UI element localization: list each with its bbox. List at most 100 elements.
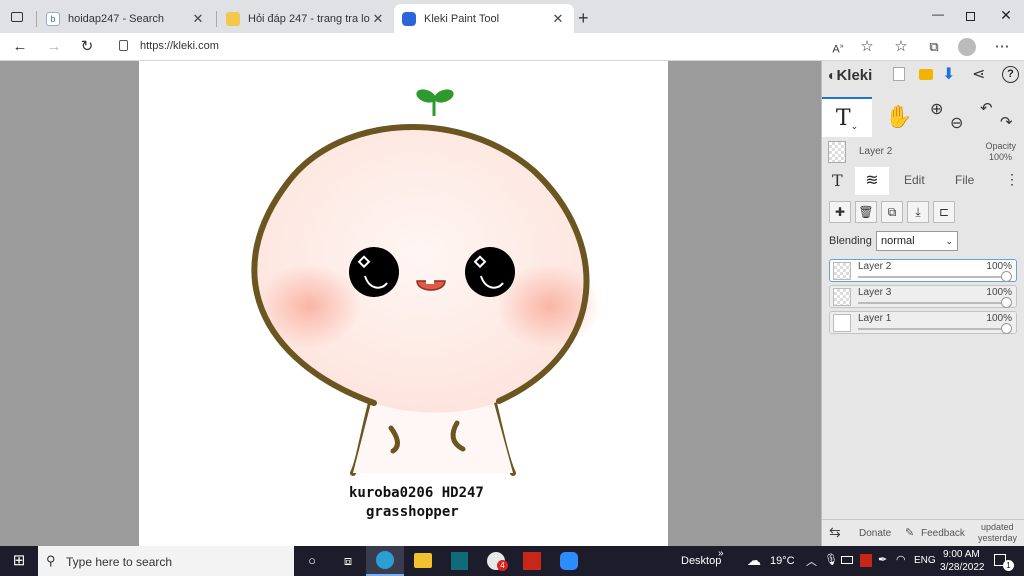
close-tab-icon[interactable]: ✕ [370, 11, 386, 27]
help-icon[interactable]: ? [1002, 66, 1019, 83]
minimize-icon[interactable]: — [928, 7, 948, 27]
download-icon[interactable]: ⬇ [942, 64, 955, 84]
tab-edit[interactable]: Edit [904, 173, 925, 187]
vegas-app-icon[interactable] [523, 552, 541, 570]
kleki-logo: ◐Kleki [828, 67, 872, 84]
maximize-icon[interactable] [960, 7, 980, 27]
tab-separator [36, 11, 37, 27]
feedback-link[interactable]: Feedback [921, 528, 965, 539]
weather-temp[interactable]: 19°C [770, 555, 795, 567]
task-view-icon[interactable]: ⧈ [338, 551, 358, 571]
kleki-brand: Kleki [836, 67, 873, 84]
layer-opacity-slider[interactable] [1001, 323, 1012, 334]
wifi-icon[interactable]: ◠ [896, 553, 906, 566]
app-icon-teal[interactable] [451, 552, 468, 570]
redo-icon[interactable]: ↷ [1000, 113, 1013, 131]
layer-item[interactable]: Layer 3 100% [829, 285, 1017, 308]
new-image-icon[interactable] [893, 67, 905, 81]
taskbar-search-box[interactable]: ⚲ Type here to search [38, 546, 294, 576]
chevron-down-icon: ⌄ [945, 236, 953, 246]
clock-date[interactable]: 3/28/2022 [940, 562, 985, 573]
hand-tool-icon[interactable]: ✋ [874, 97, 924, 137]
delete-layer-button[interactable]: 🗑 [855, 201, 877, 223]
weather-icon: ☁ [747, 552, 761, 568]
back-icon[interactable]: ← [10, 37, 30, 57]
open-folder-icon[interactable] [919, 69, 933, 80]
search-icon: ⚲ [46, 553, 56, 568]
layers-tab-icon[interactable]: ≋ [855, 167, 889, 195]
cortana-icon[interactable]: ○ [302, 551, 322, 571]
text-tool-tab[interactable]: T ⌄ [822, 97, 872, 137]
tab-kleki[interactable]: Kleki Paint Tool ✕ [394, 4, 574, 33]
hoidap-icon [226, 11, 240, 26]
layer-item[interactable]: Layer 2 100% [829, 259, 1017, 282]
profile-avatar[interactable] [958, 38, 976, 56]
layer-name: Layer 3 [858, 287, 892, 298]
close-window-icon[interactable]: ✕ [996, 7, 1016, 27]
clock-time[interactable]: 9:00 AM [943, 549, 980, 560]
drawing-canvas[interactable]: kuroba0206 HD247 grasshopper [139, 61, 668, 546]
browser-tab-bar: b hoidap247 - Search ✕ Hỏi đáp 247 - tra… [0, 0, 1024, 33]
layer-opacity-track [858, 302, 1006, 304]
favorite-add-icon[interactable]: ☆ [857, 37, 877, 57]
tab-separator [216, 11, 217, 27]
undo-icon[interactable]: ↶ [980, 99, 993, 117]
language-indicator[interactable]: ENG [914, 555, 936, 566]
merge-down-button[interactable]: ⤓ [907, 201, 929, 223]
zoom-out-icon[interactable]: ⊖ [950, 113, 963, 133]
windows-start-icon[interactable]: ⊞ [9, 551, 29, 571]
pen-icon[interactable]: ✒ [878, 553, 887, 566]
favorites-icon[interactable]: ☆ [891, 37, 911, 57]
body-fill [353, 403, 513, 473]
brush-tab-icon[interactable]: T [832, 171, 843, 190]
left-eye [349, 247, 399, 297]
more-options-icon[interactable]: ⋯ [992, 37, 1012, 57]
drawing-stage[interactable]: kuroba0206 HD247 grasshopper [0, 61, 821, 546]
tab-title: Hỏi đáp 247 - trang tra loi [248, 12, 370, 25]
edge-taskbar-icon[interactable] [366, 546, 404, 576]
add-layer-button[interactable]: ✚ [829, 201, 851, 223]
more-vertical-icon[interactable]: ⋮ [1005, 171, 1019, 188]
layer-opacity-track [858, 276, 1006, 278]
file-explorer-icon[interactable] [414, 553, 432, 568]
opacity-value: 100% [988, 152, 1012, 162]
layer-item[interactable]: Layer 1 100% [829, 311, 1017, 334]
rename-layer-button[interactable]: ⊏ [933, 201, 955, 223]
refresh-icon[interactable]: ↻ [77, 37, 97, 57]
layer-name: Layer 1 [858, 313, 892, 324]
layer-opacity-slider[interactable] [1001, 297, 1012, 308]
close-tab-icon[interactable]: ✕ [190, 11, 206, 27]
collections-icon[interactable]: ⧉ [924, 37, 944, 57]
blending-value: normal [881, 235, 915, 247]
vegas-tray-icon[interactable] [860, 554, 872, 567]
new-tab-icon[interactable]: + [578, 8, 589, 29]
url-field[interactable]: https://kleki.com [140, 40, 219, 52]
layer-opacity-slider[interactable] [1001, 271, 1012, 282]
sprout-leaf-right [434, 89, 454, 103]
edge-icon [376, 551, 394, 569]
share-icon[interactable]: ⋖ [972, 64, 985, 84]
bing-icon: b [46, 11, 60, 26]
swap-side-icon[interactable]: ⇆ [829, 524, 841, 541]
close-tab-icon[interactable]: ✕ [550, 11, 566, 27]
blending-select[interactable]: normal ⌄ [876, 231, 958, 251]
donate-link[interactable]: Donate [859, 528, 891, 539]
duplicate-layer-button[interactable]: ⧉ [881, 201, 903, 223]
tab-hoidap-search[interactable]: b hoidap247 - Search ✕ [38, 4, 214, 33]
battery-icon[interactable] [841, 556, 853, 564]
read-aloud-icon[interactable]: A» [828, 37, 848, 57]
feedback-icon: ✎ [905, 527, 915, 539]
tab-actions-icon[interactable] [11, 12, 23, 22]
character-drawing [251, 89, 601, 476]
zoom-in-icon[interactable]: ⊕ [930, 99, 943, 119]
toolbar-expand-icon[interactable]: » [718, 548, 724, 559]
tab-hoidap247[interactable]: Hỏi đáp 247 - trang tra loi ✕ [218, 4, 394, 33]
forward-icon[interactable]: → [44, 37, 64, 57]
updated-when: yesterday [978, 533, 1018, 543]
microphone-icon[interactable]: 🎙 [824, 553, 838, 566]
show-hidden-icons[interactable]: ︿ [806, 553, 817, 569]
tab-title: hoidap247 - Search [68, 12, 165, 25]
tab-file[interactable]: File [955, 173, 974, 187]
desktop-toolbar-label[interactable]: Desktop [681, 555, 721, 567]
zoom-app-icon[interactable] [560, 552, 578, 570]
